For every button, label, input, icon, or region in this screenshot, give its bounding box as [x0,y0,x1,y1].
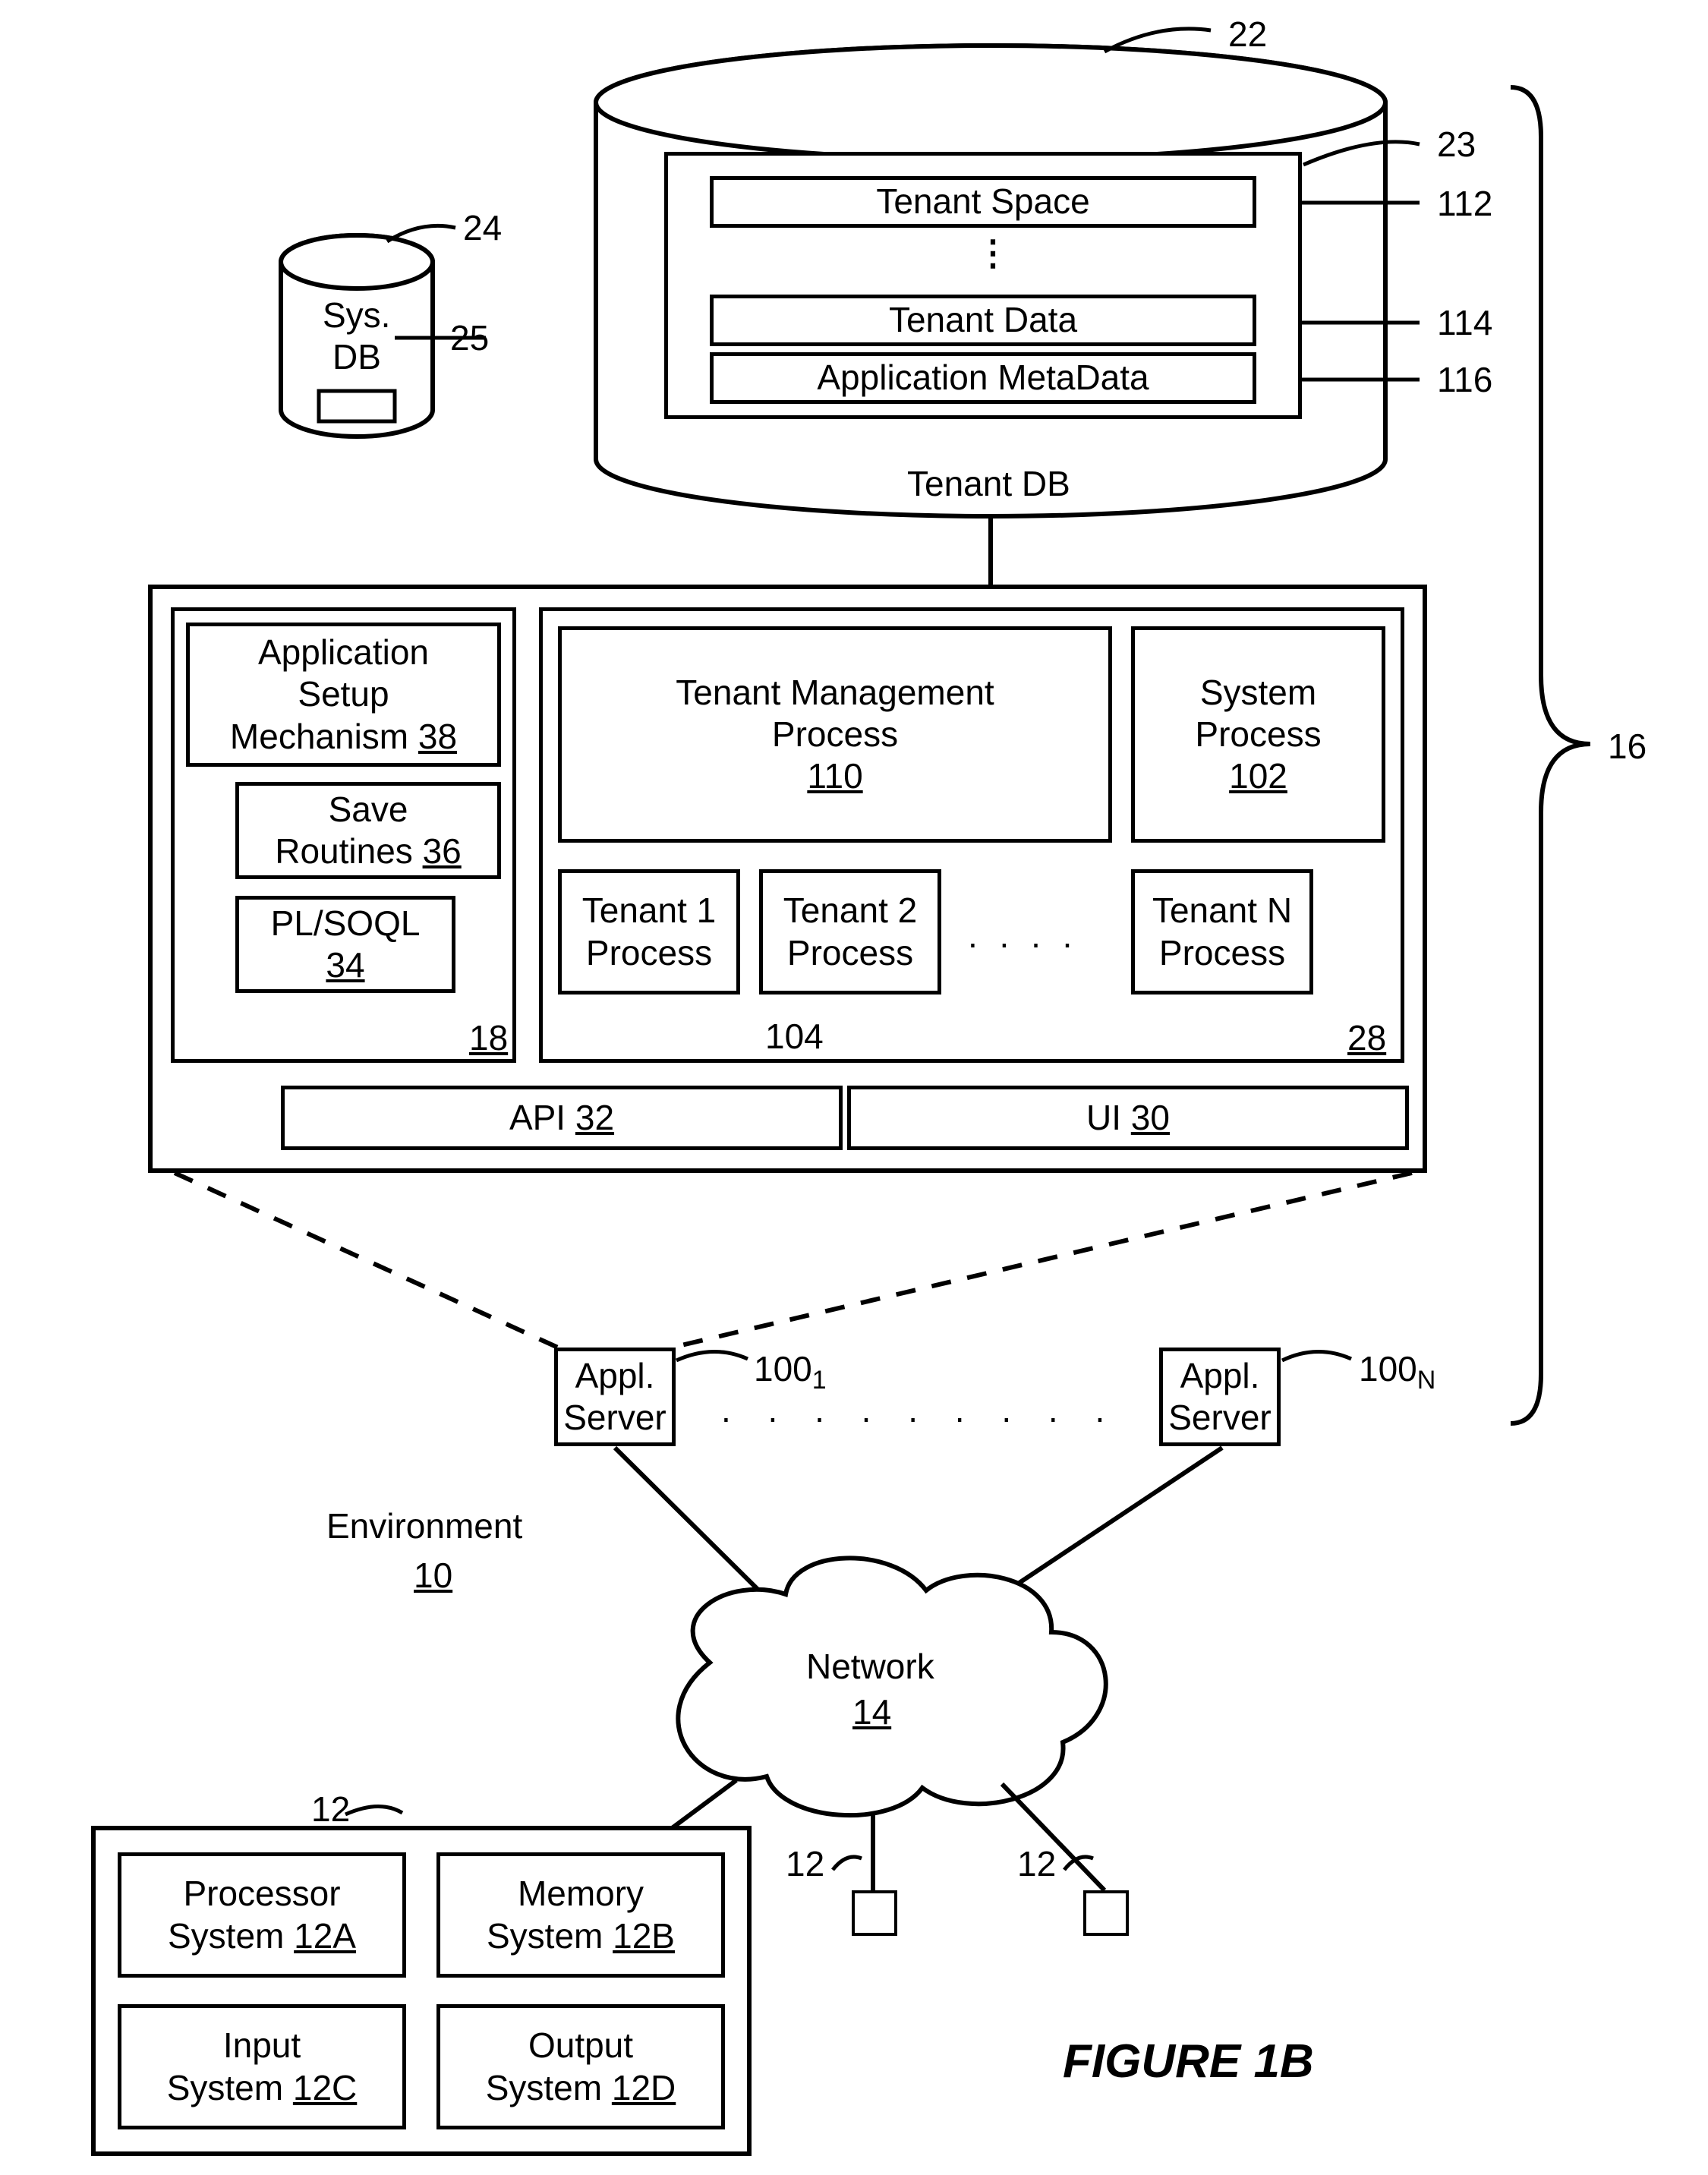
memory-box: Memory System 12B [436,1852,725,1978]
t1-box: Tenant 1 Process [558,869,740,995]
ref-12-a: 12 [786,1845,824,1883]
t2-box: Tenant 2 Process [759,869,941,995]
tn-box: Tenant N Process [1131,869,1313,995]
ref-24: 24 [463,209,502,247]
ref-112: 112 [1437,184,1492,223]
sys-db-l2: DB [332,338,381,377]
figure-title: FIGURE 1B [1063,2035,1314,2088]
tn-l2: Process [1159,932,1285,974]
appl-server-dots: . . . . . . . . . [721,1389,1118,1430]
processor-box: Processor System 12A [118,1852,406,1978]
ref-16: 16 [1608,727,1647,766]
proc-l2: System 12A [168,1915,356,1957]
sysproc-box: System Process 102 [1131,626,1385,843]
ref-12-b: 12 [1017,1845,1056,1883]
tn-l1: Tenant N [1152,890,1292,931]
app-metadata-label: Application MetaData [817,357,1149,399]
ref-100-1: 1001 [754,1350,827,1395]
ui-label: UI 30 [1086,1097,1170,1139]
mem-l1: Memory [518,1873,644,1915]
ref-104: 104 [765,1017,824,1056]
tmp-ref: 110 [807,755,862,797]
ref-12-main: 12 [311,1790,350,1829]
proc-l1: Processor [183,1873,340,1915]
in-l1: Input [223,2025,301,2066]
ref-23: 23 [1437,125,1476,164]
tmp-l1: Tenant Management [676,672,994,714]
appl-server-1: Appl. Server [554,1348,676,1446]
tenant-space-label: Tenant Space [876,181,1089,222]
tmp-l2: Process [772,714,898,755]
in-l2: System 12C [167,2067,358,2109]
appl-server-n: Appl. Server [1159,1348,1281,1446]
out-l1: Output [528,2025,633,2066]
appl-server-1-l1: Appl. [575,1355,655,1397]
sysproc-l1: System [1200,672,1316,714]
ui-box: UI 30 [847,1086,1409,1150]
ref-28: 28 [1347,1019,1386,1058]
sys-db-l1: Sys. [323,296,390,335]
save-l1: Save [329,789,408,831]
app-setup-l1: Application [258,632,429,673]
api-box: API 32 [281,1086,843,1150]
tenant-data-box: Tenant Data [710,295,1256,346]
plsoql-ref: 34 [326,944,364,986]
out-l2: System 12D [486,2067,676,2109]
ref-114: 114 [1437,304,1492,342]
app-setup-l3: Mechanism 38 [230,716,457,758]
app-setup-l2: Setup [298,673,389,715]
ref-100-n: 100N [1359,1350,1435,1395]
tenant-db-vdots: ⋮ [975,234,1012,273]
tmp-box: Tenant Management Process 110 [558,626,1112,843]
plsoql-box: PL/SOQL 34 [235,896,455,993]
ref-14: 14 [852,1693,891,1732]
env-label: Environment [326,1507,522,1546]
network-label: Network [806,1647,934,1686]
t1-l1: Tenant 1 [582,890,716,931]
tenant-db-label: Tenant DB [907,465,1070,503]
ref-10: 10 [414,1556,452,1595]
tenant-proc-dots: . . . . [968,915,1078,956]
output-box: Output System 12D [436,2004,725,2129]
client-small-1 [852,1890,897,1936]
sysproc-ref: 102 [1229,755,1287,797]
ref-25: 25 [450,319,489,358]
ref-22: 22 [1228,15,1267,54]
app-setup-box: Application Setup Mechanism 38 [186,623,501,767]
client-small-2 [1083,1890,1129,1936]
input-box: Input System 12C [118,2004,406,2129]
tenant-data-label: Tenant Data [889,299,1077,341]
ref-116: 116 [1437,361,1492,399]
app-metadata-box: Application MetaData [710,352,1256,404]
t1-l2: Process [586,932,712,974]
appl-server-n-l2: Server [1168,1397,1271,1439]
plsoql-l1: PL/SOQL [271,903,421,944]
t2-l2: Process [787,932,913,974]
appl-server-1-l2: Server [563,1397,666,1439]
save-l2: Routines 36 [275,831,462,872]
ref-18: 18 [469,1019,508,1058]
save-routines-box: Save Routines 36 [235,782,501,879]
t2-l1: Tenant 2 [783,890,917,931]
api-label: API 32 [509,1097,614,1139]
mem-l2: System 12B [487,1915,675,1957]
appl-server-n-l1: Appl. [1180,1355,1260,1397]
sysproc-l2: Process [1195,714,1321,755]
tenant-space-box: Tenant Space [710,176,1256,228]
